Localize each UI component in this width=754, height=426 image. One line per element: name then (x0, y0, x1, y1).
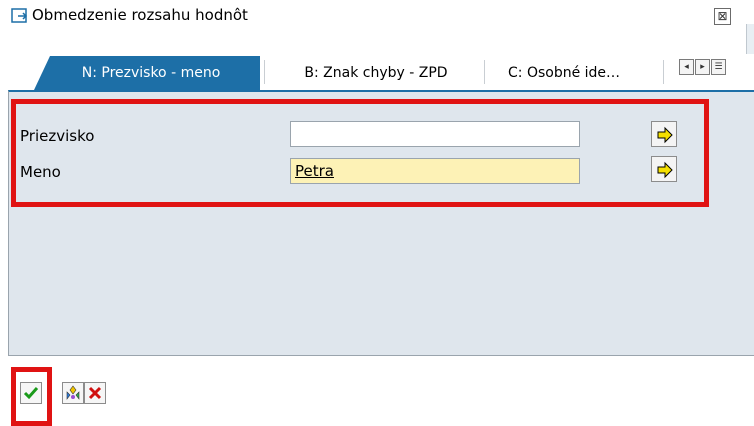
panel-divider (8, 355, 754, 356)
tab-znak-chyby[interactable]: B: Znak chyby - ZPD (270, 56, 482, 90)
tab-osobne-ide[interactable]: C: Osobné ide… (486, 56, 666, 90)
tab-separator (264, 60, 265, 84)
tab-strip: N: Prezvisko - meno B: Znak chyby - ZPD … (0, 50, 746, 90)
highlight-frame-execute (11, 367, 52, 426)
multiple-selection-button[interactable] (62, 382, 84, 404)
bottom-toolbar (0, 375, 754, 426)
tab-list-icon[interactable]: ☰ (711, 59, 726, 75)
cancel-button[interactable] (84, 382, 106, 404)
cancel-icon (88, 386, 102, 400)
tab-separator (663, 60, 664, 84)
highlight-frame-fields (11, 99, 709, 207)
multi-select-icon (66, 385, 80, 400)
tab-scroll-left-icon[interactable]: ◂ (679, 59, 694, 75)
tab-scroll-right-icon[interactable]: ▸ (695, 59, 710, 75)
title-bar: Obmedzenie rozsahu hodnôt ⊠ (0, 0, 754, 34)
dialog-icon (11, 8, 29, 24)
window-edge (746, 24, 754, 54)
tab-prezvisko-meno[interactable]: N: Prezvisko - meno (34, 56, 260, 90)
dialog-title: Obmedzenie rozsahu hodnôt (32, 6, 248, 24)
tab-separator (484, 60, 485, 84)
close-button[interactable]: ⊠ (714, 8, 731, 25)
